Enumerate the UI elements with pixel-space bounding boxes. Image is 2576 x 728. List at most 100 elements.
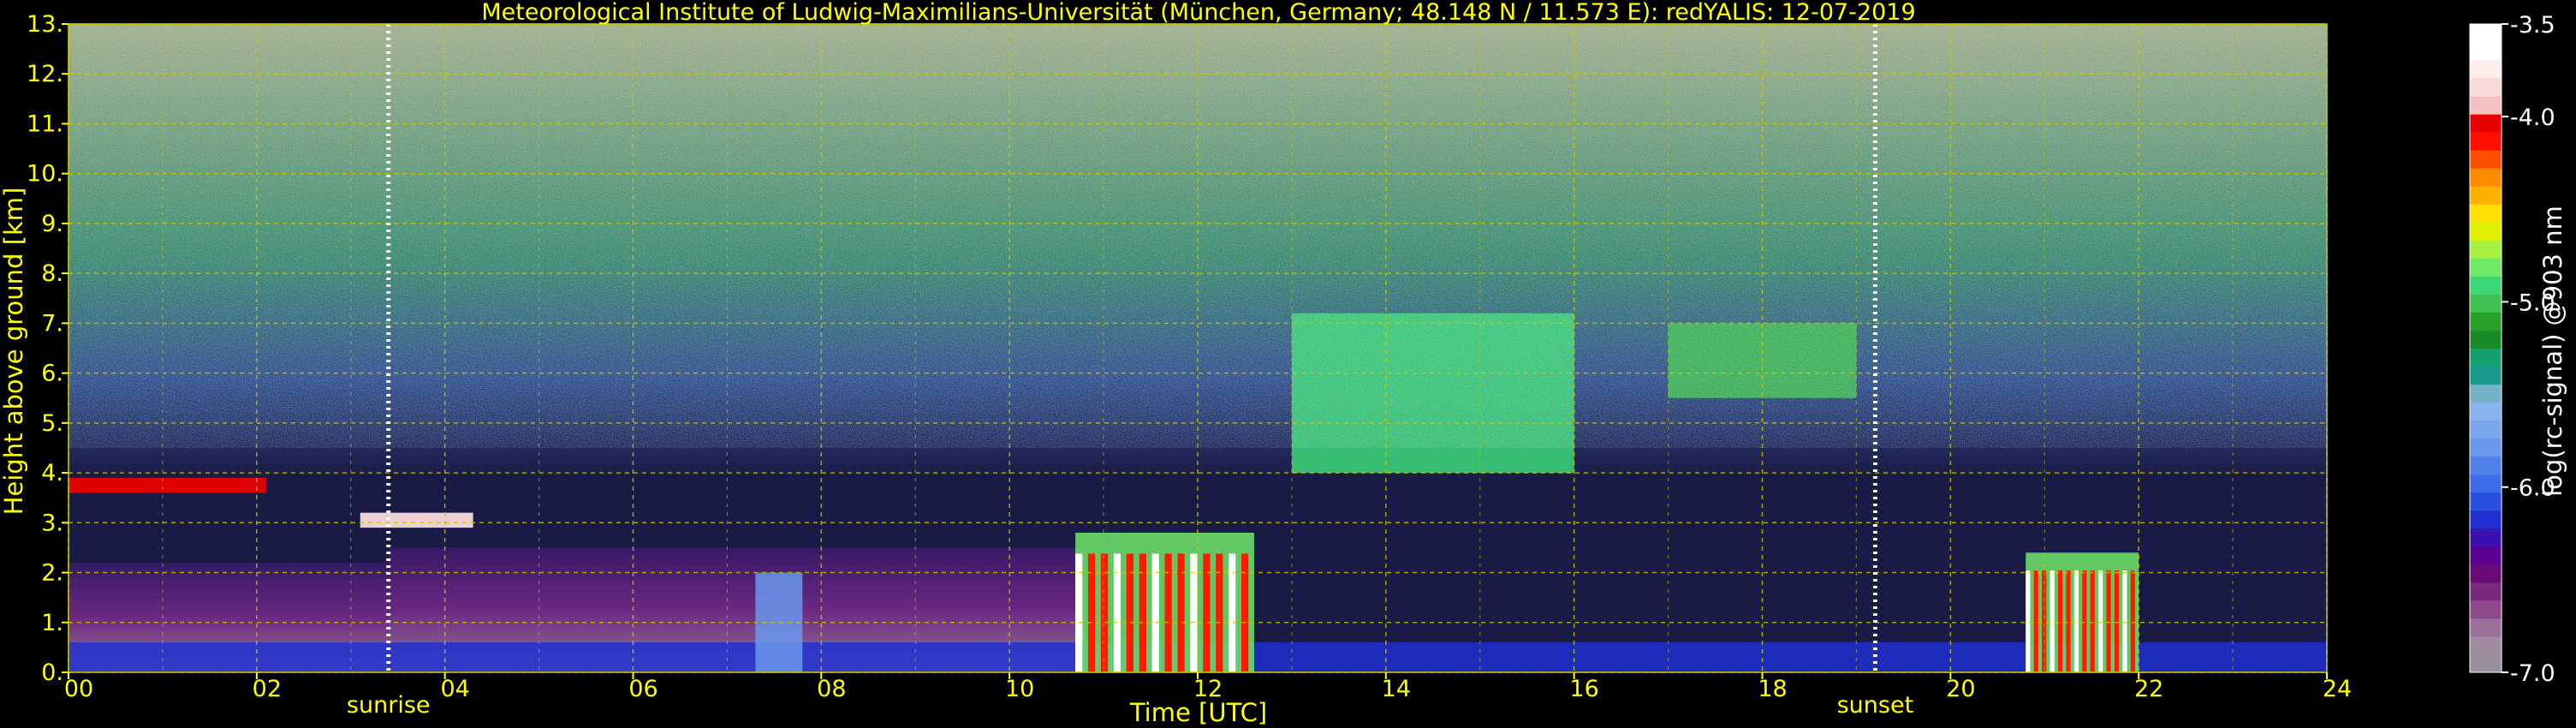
sunrise-label: sunrise (347, 692, 431, 719)
colorbar-segment (2470, 528, 2502, 547)
x-tick-label: 22 (2134, 676, 2163, 702)
layer-convective-cloud-21-core (2026, 570, 2031, 672)
layer-convective-cloud-12-core (1190, 553, 1198, 672)
colorbar-tick-label: -3.5 (2510, 12, 2555, 39)
colorbar-segment (2470, 636, 2502, 655)
colorbar-segment (2470, 312, 2502, 331)
y-axis-label: Height above ground [km] (0, 188, 28, 516)
layer-cloud-base-0 (68, 477, 266, 493)
layer-convective-cloud-12-core (1151, 553, 1159, 672)
colorbar-segment (2470, 438, 2502, 457)
colorbar-segment (2470, 618, 2502, 637)
colorbar-segment (2470, 222, 2502, 241)
y-tick-label: 11. (27, 110, 63, 137)
chart-title: Meteorological Institute of Ludwig-Maxim… (481, 0, 1915, 26)
y-tick-label: 10. (27, 161, 63, 188)
layer-convective-cloud-21-core (2082, 570, 2087, 672)
layer-convective-cloud-21-core (2033, 570, 2038, 672)
layer-convective-cloud-12-core (1075, 553, 1083, 672)
layer-convective-cloud-12-core (1088, 553, 1096, 672)
y-tick-label: 13. (27, 11, 63, 38)
layer-convective-cloud-21-core (2042, 570, 2047, 672)
y-tick-label: 0. (41, 659, 63, 686)
colorbar-segment (2470, 600, 2502, 619)
layer-convective-cloud-21-core (2066, 570, 2071, 672)
layer-convective-cloud-21-core (2122, 570, 2127, 672)
colorbar-segment (2470, 114, 2502, 133)
colorbar-segment (2470, 330, 2502, 349)
colorbar-segment (2470, 276, 2502, 295)
layer-convective-cloud-12-core (1229, 553, 1236, 672)
colorbar-segment (2470, 240, 2502, 259)
y-tick-label: 4. (41, 460, 63, 486)
layer-convective-cloud-12-core (1164, 553, 1172, 672)
colorbar-segment (2470, 420, 2502, 439)
y-tick-label: 2. (41, 560, 63, 587)
x-tick-label: 16 (1569, 676, 1598, 702)
colorbar-segment (2470, 42, 2502, 61)
colorbar-label: log(rc-signal) @903 nm (2538, 206, 2567, 497)
y-axis: 0. 1. 2. 3. 4. 5. 6. 7. 8. 9. 10. 11. 12. 13. (27, 11, 68, 686)
colorbar-segment (2470, 204, 2502, 223)
x-tick-label: 14 (1382, 676, 1411, 702)
x-tick-label: 02 (253, 676, 282, 702)
layer-convective-cloud-12-core (1100, 553, 1109, 672)
y-tick-label: 1. (41, 610, 63, 636)
sunset-label: sunset (1837, 692, 1914, 719)
layer-convective-cloud-12-core (1139, 553, 1146, 672)
x-axis-label: Time [UTC] (1129, 698, 1267, 727)
layer-convective-cloud-12-core (1241, 553, 1249, 672)
y-tick-label: 5. (41, 410, 63, 437)
x-tick-label: 00 (64, 676, 93, 702)
colorbar-segment (2470, 456, 2502, 475)
colorbar-tick-label: -7.0 (2510, 660, 2555, 687)
colorbar-segment (2470, 24, 2502, 43)
colorbar-segment (2470, 150, 2502, 169)
x-tick-label: 24 (2323, 676, 2352, 702)
colorbar-segment (2470, 186, 2502, 205)
y-tick-label: 8. (41, 260, 63, 287)
layer-convective-cloud-12-core (1216, 553, 1223, 672)
layer-convective-cloud-12-core (1177, 553, 1185, 672)
colorbar-segment (2470, 384, 2502, 403)
layer-convective-cloud-21-core (2073, 570, 2079, 672)
colorbar-segment (2470, 546, 2502, 565)
layer-convective-cloud-21-core (2106, 570, 2111, 672)
layer-convective-cloud-21-core (2057, 570, 2063, 672)
layer-convective-cloud-21-core (2090, 570, 2095, 672)
colorbar-segment (2470, 96, 2502, 115)
y-tick-label: 6. (41, 361, 63, 387)
y-tick-label: 12. (27, 61, 63, 87)
x-tick-label: 18 (1758, 676, 1787, 702)
x-tick-label: 20 (1946, 676, 1975, 702)
colorbar-segment (2470, 366, 2502, 385)
layer-convective-cloud-21-core (2114, 570, 2120, 672)
y-tick-label: 3. (41, 510, 63, 536)
colorbar-segment (2470, 60, 2502, 79)
x-tick-label: 10 (1005, 676, 1034, 702)
layer-convective-cloud-12-core (1113, 553, 1121, 672)
colorbar-segment (2470, 492, 2502, 511)
colorbar-segment (2470, 132, 2502, 151)
colorbar-tick-label: -4.0 (2510, 104, 2555, 131)
layer-convective-cloud-21-core (2130, 570, 2135, 672)
colorbar-segment (2470, 294, 2502, 313)
x-tick-label: 04 (440, 676, 469, 702)
layer-convective-cloud-12-core (1203, 553, 1211, 672)
lidar-quicklook-chart: sunrise sunset 0. 1. 2. 3. 4. 5. 6. 7. 8. 9. 10. 11.… (0, 0, 2567, 727)
colorbar-segment (2470, 348, 2502, 367)
layer-convective-cloud-12-core (1126, 553, 1133, 672)
colorbar-segment (2470, 78, 2502, 97)
layer-convective-cloud-21-core (2098, 570, 2103, 672)
colorbar-segment (2470, 510, 2502, 529)
colorbar-segment (2470, 474, 2502, 493)
x-tick-label: 08 (817, 676, 846, 702)
colorbar-segment (2470, 402, 2502, 421)
colorbar-segment (2470, 168, 2502, 187)
y-tick-label: 9. (41, 211, 63, 237)
colorbar-segment (2470, 564, 2502, 583)
colorbar-segment (2470, 258, 2502, 277)
x-tick-label: 06 (628, 676, 657, 702)
layer-convective-cloud-21-core (2049, 570, 2055, 672)
y-tick-label: 7. (41, 310, 63, 337)
